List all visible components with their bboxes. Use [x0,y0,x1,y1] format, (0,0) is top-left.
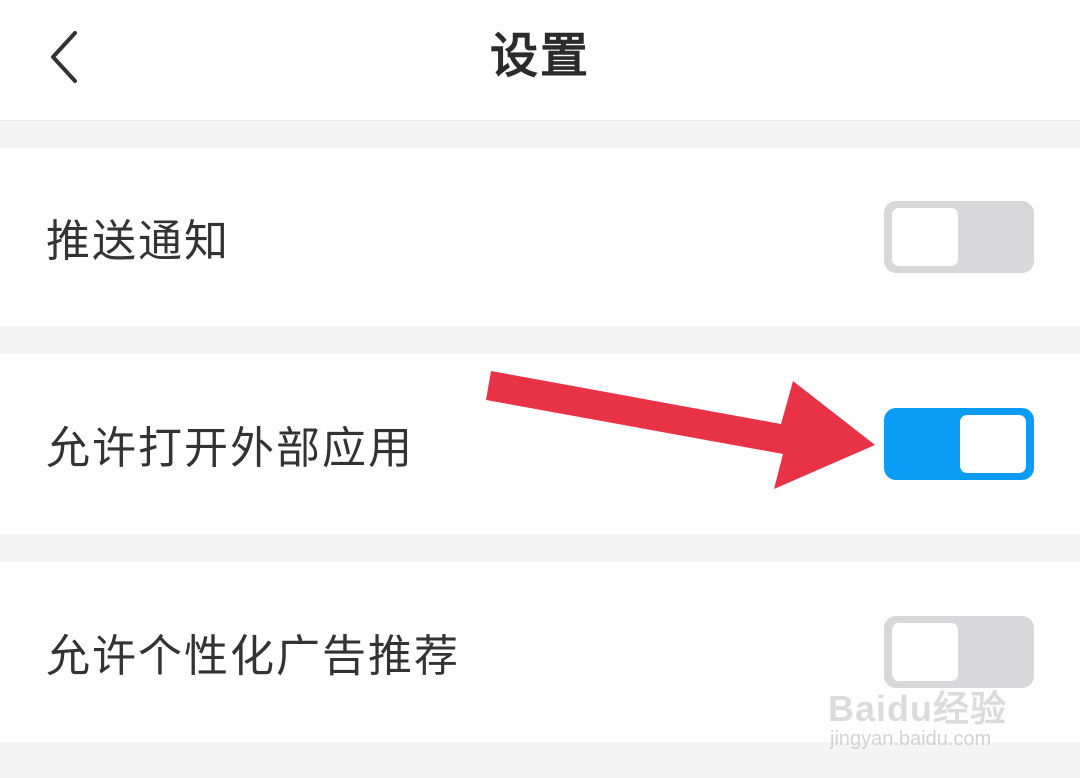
setting-row-push-notifications: 推送通知 [0,148,1080,326]
setting-row-personalized-ads: 允许个性化广告推荐 [0,562,1080,742]
toggle-knob [960,415,1026,473]
toggle-knob [892,623,958,681]
page-title: 设置 [489,28,590,84]
setting-label: 允许个性化广告推荐 [46,631,460,682]
setting-row-open-external-apps: 允许打开外部应用 [0,354,1080,534]
push-notifications-toggle[interactable] [884,201,1034,273]
toggle-knob [892,208,958,266]
top-bar: 设置 [0,0,1080,121]
open-external-apps-toggle[interactable] [884,408,1034,480]
setting-label: 推送通知 [46,216,230,267]
settings-screen: 设置 推送通知 允许打开外部应用 允许个性化广告推荐 Baidu经验 jingy… [0,0,1080,778]
setting-label: 允许打开外部应用 [46,423,414,474]
personalized-ads-toggle[interactable] [884,616,1034,688]
